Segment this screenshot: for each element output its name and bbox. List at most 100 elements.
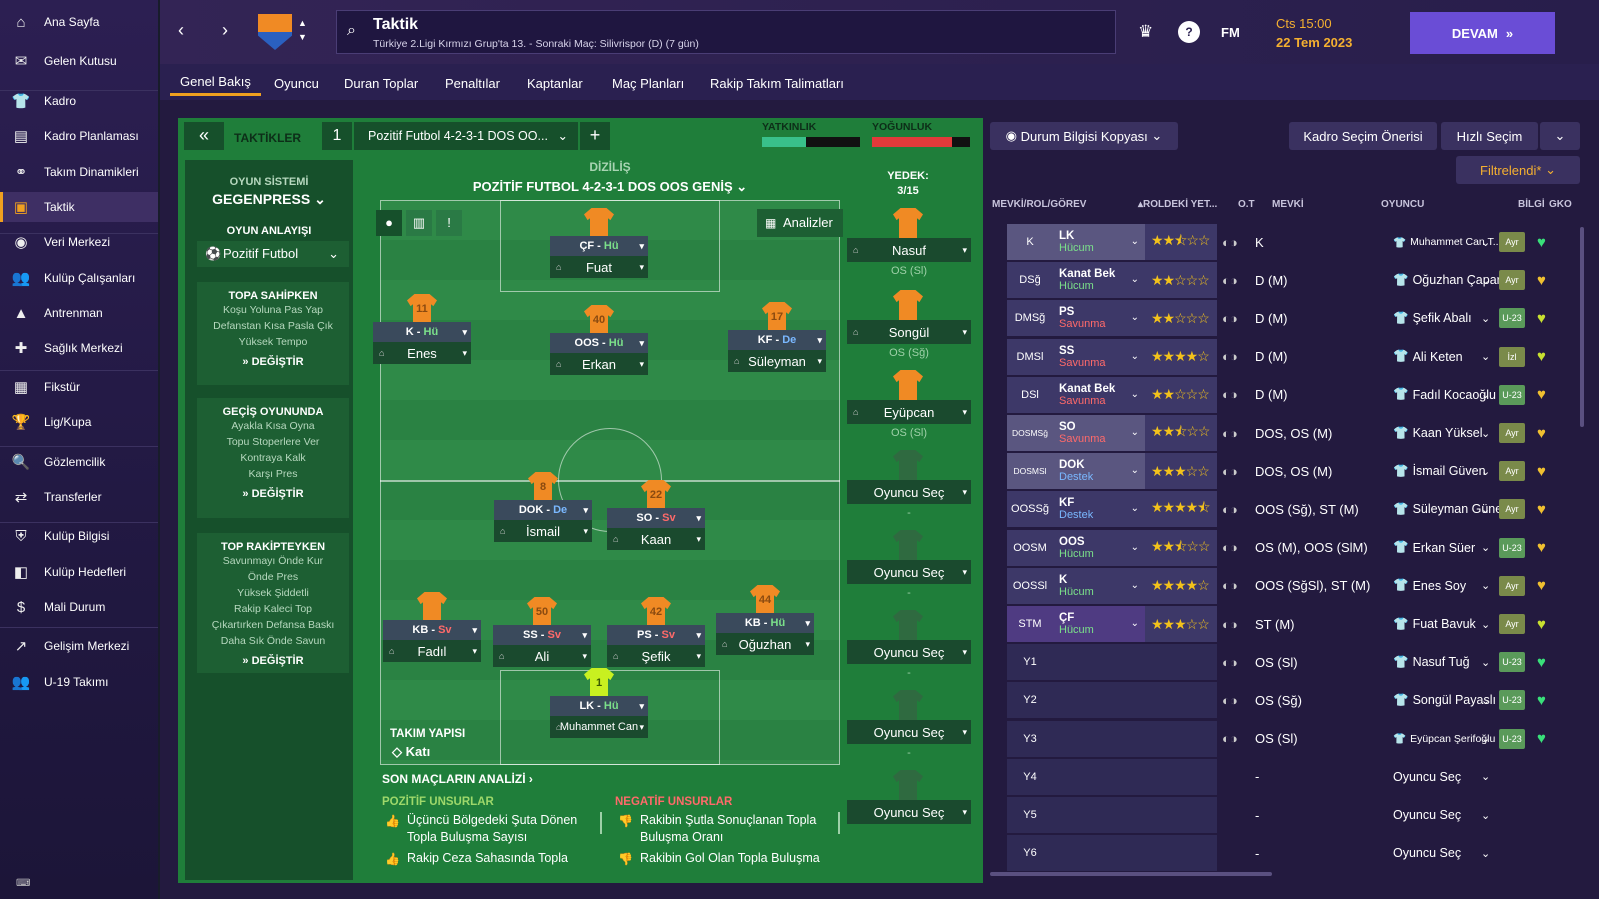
match-readiness-icon[interactable]: ◐◑ [1222,568,1238,604]
role-duty-cell[interactable]: K Hücum ⌄ [1053,567,1145,604]
role-duty-cell[interactable]: ÇF Hücum ⌄ [1053,606,1145,642]
role-duty-cell[interactable]: SO Savunma ⌄ [1053,415,1145,451]
squad-row[interactable]: Y3 ◐◑ OS (Sl) 👕 Eyüpcan Şerifoğlu ⌄ U-23 ♥ [1007,720,1567,757]
column-header-5[interactable]: BİLGİ [1518,199,1545,210]
vertical-scrollbar[interactable] [1580,227,1584,427]
role-dropdown[interactable]: ÇF - Hü ▾ [550,236,648,256]
alert-icon[interactable]: ! [436,210,462,236]
match-readiness-icon[interactable]: ◐◑ [1222,682,1238,718]
change-button[interactable]: » DEĞİŞTİR [197,488,349,500]
sub-player-dropdown[interactable]: ⌂ Songül ▾ [847,320,971,344]
substitute-slot[interactable]: ⌂ Songül ▾ OS (Sğ) [847,320,971,359]
player-name-dropdown[interactable]: ⌂ İsmail ▾ [494,520,592,542]
player-info-icon[interactable]: ● [376,210,402,236]
sidebar-item-finances[interactable]: $ Mali Durum [0,592,158,622]
club-badge-logo[interactable] [258,14,292,50]
sidebar-item-dynamics[interactable]: ⚭ Takım Dinamikleri [0,157,158,187]
tab-6[interactable]: Rakip Takım Talimatları [700,70,854,96]
role-duty-cell[interactable]: KF Destek ⌄ [1053,491,1145,528]
squad-row[interactable]: DMSl SS Savunma ⌄ ★★★★☆ ◐◑ D (M) 👕 Ali Keten ⌄ İzl… [1007,338,1567,375]
player-name-dropdown[interactable]: ⌂ Süleyman ▾ [728,350,826,372]
sidebar-item-inbox[interactable]: ✉ Gelen Kutusu [0,46,158,76]
match-readiness-icon[interactable]: ◐◑ [1222,644,1238,680]
back-arrow-icon[interactable]: ‹ [178,20,184,41]
analyse-button[interactable]: ▦ Analizler [757,209,843,237]
player-name-dropdown[interactable]: ⌂ Kaan ▾ [607,528,705,550]
sub-player-dropdown[interactable]: Oyuncu Seç ▾ [847,720,971,744]
role-duty-cell[interactable]: SS Savunma ⌄ [1053,338,1145,375]
squad-row[interactable]: STM ÇF Hücum ⌄ ★★★☆☆ ◐◑ ST (M) 👕 Fuat Bavuk ⌄ Ayr ♥ [1007,606,1567,642]
recent-analysis-link[interactable]: SON MAÇLARIN ANALİZİ › [382,772,533,786]
role-duty-cell[interactable]: LK Hücum ⌄ [1053,224,1145,260]
player-slot[interactable]: SS - Sv ▾ ⌂ Ali ▾ [493,625,591,667]
match-readiness-icon[interactable]: ◐◑ [1222,339,1238,375]
formation-dropdown[interactable]: POZİTİF FUTBOL 4-2-3-1 DOS OOS GENİŞ ⌄ [380,179,840,195]
player-name-dropdown[interactable]: ⌂ Oğuzhan ▾ [716,633,814,655]
sidebar-item-fixtures[interactable]: ▦ Fikstür [0,372,158,402]
sidebar-item-trophy[interactable]: 🏆 Lig/Kupa [0,407,158,437]
column-header-4[interactable]: OYUNCU [1381,199,1424,210]
tab-0[interactable]: Genel Bakış [170,70,261,96]
squad-row[interactable]: Y5 - Oyuncu Seç ⌄ [1007,797,1567,833]
player-slot[interactable]: KB - Sv ▾ ⌂ Fadıl ▾ [383,620,481,662]
role-duty-cell[interactable]: DOK Destek ⌄ [1053,453,1145,490]
quick-pick-chevron-icon[interactable]: ⌄ [1540,122,1580,150]
sidebar-item-club-info[interactable]: ⛨ Kulüp Bilgisi [0,521,158,551]
page-search-box[interactable]: ⌕ Taktik Türkiye 2.Ligi Kırmızı Grup'ta … [336,10,1116,54]
tab-1[interactable]: Oyuncu [264,70,329,96]
substitute-slot[interactable]: ⌂ Nasuf ▾ OS (Sl) [847,238,971,277]
match-readiness-icon[interactable]: ◐◑ [1222,530,1238,566]
squad-row[interactable]: DOSMSl DOK Destek ⌄ ★★★☆☆ ◐◑ DOS, OS (M) 👕 İsmai… [1007,453,1567,490]
role-dropdown[interactable]: K - Hü ▾ [373,322,471,342]
keyboard-icon[interactable]: ⌨ [16,878,30,889]
column-header-2[interactable]: O.T [1238,199,1255,210]
fm-menu-button[interactable]: FM [1221,25,1240,40]
squad-row[interactable]: Y1 ◐◑ OS (Sl) 👕 Nasuf Tuğ ⌄ U-23 ♥ [1007,644,1567,681]
player-slot[interactable]: DOK - De ▾ ⌂ İsmail ▾ [494,500,592,542]
role-dropdown[interactable]: KB - Hü ▾ [716,613,814,633]
player-name-dropdown[interactable]: ⌂ Enes ▾ [373,342,471,364]
column-header-1[interactable]: ▴ROLDEKİ YET... [1138,199,1217,210]
sub-player-dropdown[interactable]: Oyuncu Seç ▾ [847,640,971,664]
sidebar-item-u19[interactable]: 👥 U-19 Takımı [0,667,158,697]
match-readiness-icon[interactable]: ◐◑ [1222,415,1238,451]
role-dropdown[interactable]: KB - Sv ▾ [383,620,481,640]
role-dropdown[interactable]: KF - De ▾ [728,330,826,350]
role-duty-cell[interactable]: PS Savunma ⌄ [1053,300,1145,337]
sidebar-item-data-hub[interactable]: ◉ Veri Merkezi [0,227,158,257]
change-button[interactable]: » DEĞİŞTİR [197,655,349,667]
player-name-dropdown[interactable]: ⌂ Erkan ▾ [550,353,648,375]
change-button[interactable]: » DEĞİŞTİR [197,356,349,368]
forward-arrow-icon[interactable]: › [222,20,228,41]
add-tactic-icon[interactable]: + [580,122,610,150]
substitute-slot[interactable]: Oyuncu Seç ▾ - [847,640,971,679]
sidebar-item-squad-planner[interactable]: ▤ Kadro Planlaması [0,121,158,151]
filter-dropdown[interactable]: Filtrelendi* ⌄ [1456,156,1580,184]
team-shape-value[interactable]: ◇ Katı [392,744,430,760]
collapse-chevrons-icon[interactable]: « [184,122,224,150]
role-duty-cell[interactable]: OOS Hücum ⌄ [1053,529,1145,566]
player-slot[interactable]: LK - Hü ▾ ⌂ Muhammet Can ▾ [550,696,648,738]
column-header-3[interactable]: MEVKİ [1272,199,1304,210]
player-slot[interactable]: KB - Hü ▾ ⌂ Oğuzhan ▾ [716,613,814,655]
sidebar-item-development[interactable]: ↗ Gelişim Merkezi [0,631,158,661]
trophy-icon[interactable]: ♛ [1138,22,1153,42]
column-header-0[interactable]: MEVKİ/ROL/GÖREV [992,199,1086,210]
substitute-slot[interactable]: Oyuncu Seç ▾ - [847,480,971,519]
player-name-dropdown[interactable]: ⌂ Şefik ▾ [607,645,705,667]
bar-chart-icon[interactable]: ▥ [406,210,432,236]
role-duty-cell[interactable]: Kanat Bek Savunma ⌄ [1053,376,1145,413]
tab-5[interactable]: Maç Planları [602,70,694,96]
sidebar-item-training[interactable]: ▲ Antrenman [0,298,158,328]
column-header-6[interactable]: GKO [1549,199,1572,210]
squad-row[interactable]: DSl Kanat Bek Savunma ⌄ ★★☆☆☆ ◐◑ D (M) 👕 Fadıl K… [1007,376,1567,413]
player-slot[interactable]: SO - Sv ▾ ⌂ Kaan ▾ [607,508,705,550]
mentality-dropdown[interactable]: ⚽ Pozitif Futbol ⌄ [197,241,349,267]
match-readiness-icon[interactable]: ◐◑ [1222,262,1238,298]
help-icon[interactable]: ? [1178,21,1200,43]
squad-row[interactable]: OOSSğ KF Destek ⌄ ★★★★⯪ ◐◑ OOS (Sğ), ST (M) 👕 Sü… [1007,491,1567,528]
match-readiness-icon[interactable]: ◐◑ [1222,491,1238,527]
match-readiness-icon[interactable]: ◐◑ [1222,721,1238,757]
match-readiness-icon[interactable]: ◐◑ [1222,224,1238,260]
role-dropdown[interactable]: SS - Sv ▾ [493,625,591,645]
